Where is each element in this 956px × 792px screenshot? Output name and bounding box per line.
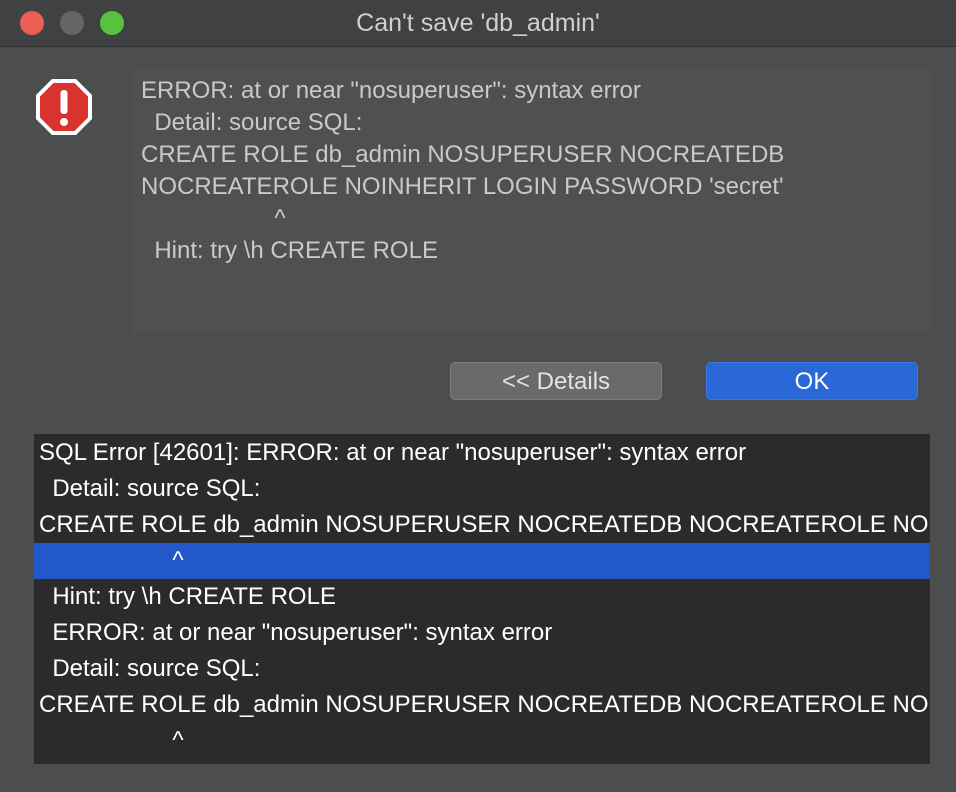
message-line: CREATE ROLE db_admin NOSUPERUSER NOCREAT… xyxy=(141,141,785,168)
error-dialog: Can't save 'db_admin' ERROR: at or near … xyxy=(0,0,956,792)
message-line: ^ xyxy=(141,205,286,232)
log-line[interactable]: Detail: source SQL: xyxy=(34,471,930,507)
log-line[interactable]: ERROR: at or near "nosuperuser": syntax … xyxy=(34,615,930,651)
error-stop-sign-icon xyxy=(36,79,92,135)
log-line[interactable]: CREATE ROLE db_admin NOSUPERUSER NOCREAT… xyxy=(34,507,930,543)
ok-button[interactable]: OK xyxy=(706,362,918,400)
log-line[interactable]: ^ xyxy=(34,723,930,759)
error-message-panel: ERROR: at or near "nosuperuser": syntax … xyxy=(130,70,931,332)
log-line[interactable]: Hint: try \h CREATE ROLE xyxy=(34,579,930,615)
log-line[interactable]: SQL Error [42601]: ERROR: at or near "no… xyxy=(34,435,930,471)
error-details-log[interactable]: SQL Error [42601]: ERROR: at or near "no… xyxy=(34,434,930,764)
window-title: Can't save 'db_admin' xyxy=(356,9,600,37)
message-line: Hint: try \h CREATE ROLE xyxy=(141,237,438,264)
log-line[interactable]: CREATE ROLE db_admin NOSUPERUSER NOCREAT… xyxy=(34,687,930,723)
message-line: Detail: source SQL: xyxy=(141,109,363,136)
details-toggle-button[interactable]: << Details xyxy=(450,362,662,400)
title-bar[interactable]: Can't save 'db_admin' xyxy=(0,0,956,47)
log-line[interactable]: Detail: source SQL: xyxy=(34,651,930,687)
message-line: ERROR: at or near "nosuperuser": syntax … xyxy=(141,77,641,104)
log-line-selected[interactable]: ^ xyxy=(34,543,930,579)
message-line: NOCREATEROLE NOINHERIT LOGIN PASSWORD 's… xyxy=(141,173,784,200)
